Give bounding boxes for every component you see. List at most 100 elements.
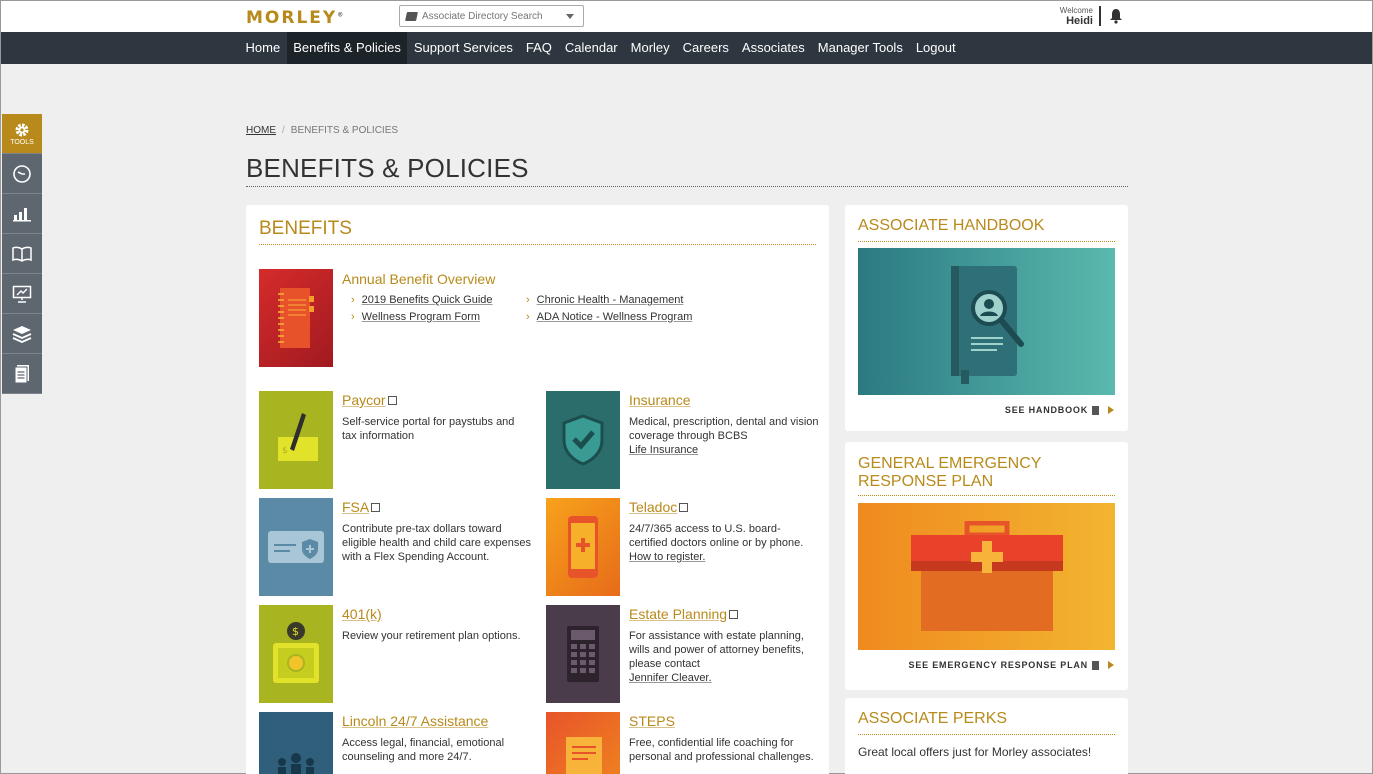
lincoln-image[interactable] xyxy=(259,712,333,774)
breadcrumb: HOME / BENEFITS & POLICIES xyxy=(246,125,398,136)
morley-logo[interactable]: MORLEY® xyxy=(246,8,343,28)
welcome-user[interactable]: Welcome Heidi xyxy=(1051,6,1093,27)
layers-icon xyxy=(12,325,32,343)
401k-desc: Review your retirement plan options. xyxy=(342,630,521,642)
handbook-title: ASSOCIATE HANDBOOK xyxy=(858,217,1045,234)
chevron-down-icon[interactable] xyxy=(566,13,574,19)
benefits-title: BENEFITS xyxy=(259,218,352,239)
nav-support-services[interactable]: Support Services xyxy=(407,32,519,64)
nav-manager-tools[interactable]: Manager Tools xyxy=(811,32,909,64)
top-bar: MORLEY® Welcome Heidi xyxy=(1,1,1372,32)
external-link-icon xyxy=(387,396,397,405)
estate-planning-image[interactable] xyxy=(546,605,620,703)
paycor-image[interactable]: $ xyxy=(259,391,333,489)
user-name: Heidi xyxy=(1066,15,1093,27)
paycor-link[interactable]: Paycor xyxy=(342,392,397,408)
steps-desc: Free, confidential life coaching for per… xyxy=(629,737,814,763)
benefit-fsa: FSA Contribute pre-tax dollars toward el… xyxy=(259,498,531,596)
steps-title[interactable]: STEPS xyxy=(629,713,675,729)
nav-careers[interactable]: Careers xyxy=(676,32,735,64)
emergency-title: GENERAL EMERGENCY RESPONSE PLAN xyxy=(858,455,1042,490)
nav-logout[interactable]: Logout xyxy=(909,32,962,64)
estate-planning-link[interactable]: Estate Planning xyxy=(629,606,739,622)
main-nav: Home Benefits & Policies Support Service… xyxy=(1,32,1372,64)
fsa-link[interactable]: FSA xyxy=(342,499,381,515)
nav-morley[interactable]: Morley xyxy=(624,32,676,64)
bell-icon[interactable] xyxy=(1109,8,1123,24)
benefit-steps: STEPS Free, confidential life coaching f… xyxy=(546,712,818,774)
benefits-divider xyxy=(259,244,816,245)
nav-benefits-policies[interactable]: Benefits & Policies xyxy=(286,32,408,64)
emergency-card: GENERAL EMERGENCY RESPONSE PLAN SEE EMERG… xyxy=(845,442,1128,690)
benefit-estate-planning: Estate Planning For assistance with esta… xyxy=(546,605,818,703)
life-insurance-link[interactable]: Life Insurance xyxy=(629,444,698,456)
see-handbook-link[interactable]: SEE HANDBOOK xyxy=(1005,405,1114,415)
handbook-image[interactable] xyxy=(858,248,1115,395)
link-chronic-health[interactable]: › Chronic Health - Management xyxy=(526,294,683,306)
side-toolbar: TOOLS xyxy=(2,114,42,394)
annual-overview-image[interactable] xyxy=(259,269,333,367)
nav-associates[interactable]: Associates xyxy=(735,32,811,64)
perks-text: Great local offers just for Morley assoc… xyxy=(858,745,1092,759)
title-divider xyxy=(246,186,1128,187)
presentation-button[interactable] xyxy=(2,274,42,314)
chevron-right-icon: › xyxy=(351,294,355,306)
benefit-insurance: Insurance Medical, prescription, dental … xyxy=(546,391,819,489)
perks-title: ASSOCIATE PERKS xyxy=(858,710,1008,727)
first-aid-kit-icon xyxy=(910,520,1063,631)
search-input[interactable] xyxy=(422,10,562,22)
see-emergency-plan-link[interactable]: SEE EMERGENCY RESPONSE PLAN xyxy=(909,660,1114,670)
nav-calendar[interactable]: Calendar xyxy=(558,32,624,64)
nav-home[interactable]: Home xyxy=(239,32,287,64)
lincoln-title[interactable]: Lincoln 24/7 Assistance xyxy=(342,713,488,729)
directory-search[interactable] xyxy=(399,5,584,27)
benefit-lincoln: Lincoln 24/7 Assistance Access legal, fi… xyxy=(259,712,531,774)
emergency-image[interactable] xyxy=(858,503,1115,650)
svg-text:$: $ xyxy=(282,446,288,456)
teladoc-image[interactable] xyxy=(546,498,620,596)
teladoc-link[interactable]: Teladoc xyxy=(629,499,689,515)
steps-image[interactable] xyxy=(546,712,620,774)
perks-card: ASSOCIATE PERKS Great local offers just … xyxy=(845,698,1128,774)
calculator-icon xyxy=(567,626,599,682)
link-benefits-quick-guide[interactable]: › 2019 Benefits Quick Guide xyxy=(351,294,493,306)
insurance-image[interactable] xyxy=(546,391,620,489)
link-wellness-form[interactable]: › Wellness Program Form xyxy=(351,311,480,323)
layers-button[interactable] xyxy=(2,314,42,354)
tools-button[interactable]: TOOLS xyxy=(2,114,42,154)
notebook-icon xyxy=(278,288,314,348)
chart-button[interactable] xyxy=(2,194,42,234)
paycor-desc: Self-service portal for paystubs and tax… xyxy=(342,416,515,442)
card-icon xyxy=(268,531,324,563)
breadcrumb-home[interactable]: HOME xyxy=(246,125,276,136)
document-button[interactable] xyxy=(2,354,42,394)
401k-image[interactable]: $ xyxy=(259,605,333,703)
document-icon xyxy=(1092,660,1099,670)
chevron-right-icon: › xyxy=(526,311,530,323)
insurance-title[interactable]: Insurance xyxy=(629,392,690,408)
benefits-card: BENEFITS Annual Benefit Overview › 2019 B… xyxy=(246,205,829,774)
lincoln-desc: Access legal, financial, emotional couns… xyxy=(342,737,505,763)
book-button[interactable] xyxy=(2,234,42,274)
how-to-register-link[interactable]: How to register. xyxy=(629,551,705,563)
external-link-icon xyxy=(679,503,689,512)
tools-label: TOOLS xyxy=(10,138,34,146)
handbook-divider xyxy=(858,241,1115,242)
play-arrow-icon xyxy=(1108,406,1114,414)
breadcrumb-current: BENEFITS & POLICIES xyxy=(290,125,399,136)
benefit-paycor: $ Paycor Self-service portal for paystub… xyxy=(259,391,531,489)
gear-icon xyxy=(15,123,29,136)
401k-title[interactable]: 401(k) xyxy=(342,606,382,622)
nav-faq[interactable]: FAQ xyxy=(519,32,558,64)
link-ada-notice[interactable]: › ADA Notice - Wellness Program xyxy=(526,311,692,323)
divider xyxy=(1099,6,1101,26)
external-link-icon xyxy=(729,610,739,619)
jennifer-cleaver-link[interactable]: Jennifer Cleaver. xyxy=(629,672,712,684)
safe-icon: $ xyxy=(273,622,319,683)
teladoc-desc: 24/7/365 access to U.S. board-certified … xyxy=(629,523,804,563)
annual-overview-title[interactable]: Annual Benefit Overview xyxy=(342,271,495,287)
document-icon xyxy=(1092,405,1099,415)
clock-button[interactable] xyxy=(2,154,42,194)
fsa-image[interactable] xyxy=(259,498,333,596)
book-icon xyxy=(405,11,418,21)
